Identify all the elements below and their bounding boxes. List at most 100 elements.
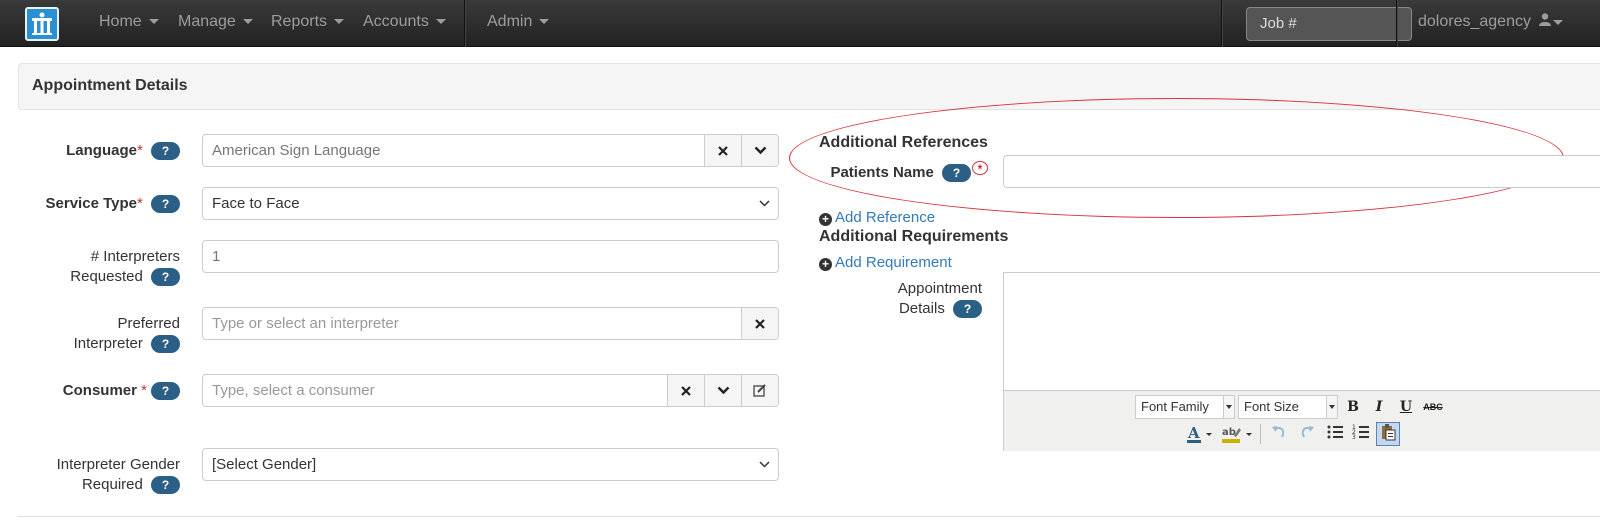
clear-language-button[interactable] [704,135,741,166]
preferred-interpreter-label: Preferred Interpreter ? [0,314,180,354]
nav-accounts[interactable]: Accounts [363,0,446,47]
paste-button[interactable] [1376,422,1400,446]
text-color-button[interactable]: A [1184,423,1214,445]
plus-circle-icon: + [819,258,832,271]
chevron-down-icon [242,19,253,25]
user-menu[interactable]: dolores_agency [1418,0,1564,47]
chevron-down-icon [539,19,550,25]
patients-name-label: Patients Name ? * [790,161,988,183]
nav-admin[interactable]: Admin [487,0,550,47]
required-mark: * [136,142,143,159]
undo-icon [1272,426,1285,438]
service-type-label: Service Type* ? [0,194,180,214]
appointment-details-line1: Appointment [897,280,982,297]
help-icon[interactable]: ? [151,195,180,214]
app-logo-icon[interactable] [25,7,59,41]
additional-references-heading: Additional References [819,134,988,151]
underline-button[interactable]: U [1395,396,1417,418]
help-icon[interactable]: ? [151,142,180,161]
required-mark: * [141,382,147,399]
edit-consumer-button[interactable] [741,375,778,406]
page-title: Appointment Details [32,77,188,94]
chevron-down-icon [750,188,778,219]
strikethrough-button[interactable]: ABC [1422,396,1444,418]
nav-reports[interactable]: Reports [271,0,345,47]
redo-button[interactable] [1296,423,1318,445]
service-type-value: Face to Face [212,195,300,212]
chevron-down-icon [148,19,159,25]
gender-value: [Select Gender] [212,456,317,473]
consumer-field: Type, select a consumer [202,374,779,407]
redo-icon [1301,426,1314,438]
job-number-input[interactable]: Job # [1246,7,1412,41]
interpreters-label-line2: Requested [70,268,143,285]
panel-header: Appointment Details [18,63,1600,110]
add-requirement-text: Add Requirement [835,254,952,271]
help-icon[interactable]: ? [942,164,971,183]
bold-button[interactable]: B [1342,396,1364,418]
required-mark: * [972,161,988,176]
appointment-details-label: Appointment Details ? [800,279,982,319]
toolbar-separator [1260,424,1264,444]
clear-interpreter-button[interactable] [741,308,778,339]
nav-home-label: Home [99,13,142,30]
appointment-details-line2: Details [898,300,945,317]
consumer-input[interactable]: Type, select a consumer [203,375,667,406]
add-requirement-link[interactable]: + Add Requirement [819,254,952,271]
preferred-label-line1: Preferred [117,315,180,332]
clear-consumer-button[interactable] [667,375,704,406]
italic-button[interactable]: I [1368,396,1390,418]
close-icon [718,145,728,156]
text-color-icon: A [1187,424,1212,443]
patients-name-input[interactable] [1003,155,1600,188]
highlight-color-button[interactable]: ab [1219,423,1255,445]
plus-circle-icon: + [819,213,832,226]
nav-home[interactable]: Home [99,0,159,47]
nav-manage[interactable]: Manage [178,0,253,47]
language-dropdown-button[interactable] [741,135,778,166]
editor-toolbar: Font Family Font Size B I U ABC A ab 123 [1004,390,1600,451]
help-icon[interactable]: ? [151,476,180,495]
consumer-label-text: Consumer [62,382,137,399]
help-icon[interactable]: ? [953,300,982,319]
consumer-dropdown-button[interactable] [704,375,741,406]
service-type-select[interactable]: Face to Face [202,187,779,220]
undo-button[interactable] [1268,423,1290,445]
chevron-down-icon [435,19,446,25]
chevron-down-icon [717,386,729,395]
appointment-details-editor[interactable]: Font Family Font Size B I U ABC A ab 123 [1003,272,1600,451]
patients-name-label-text: Patients Name [830,164,934,181]
chevron-down-icon [1553,19,1564,25]
close-icon [681,385,691,396]
language-field: American Sign Language [202,134,779,167]
add-reference-text: Add Reference [835,209,936,226]
interpreters-label-line1: # Interpreters [90,248,180,265]
interpreters-requested-input[interactable]: 1 [202,240,779,273]
language-input[interactable]: American Sign Language [203,135,704,166]
paste-icon [1382,424,1396,441]
gender-label-line2: Required [81,476,143,493]
nav-manage-label: Manage [178,13,236,30]
chevron-down-icon [1326,396,1337,418]
help-icon[interactable]: ? [151,382,180,401]
help-icon[interactable]: ? [151,335,180,354]
preferred-label-line2: Interpreter [73,335,143,352]
preferred-interpreter-input[interactable]: Type or select an interpreter [203,308,741,339]
language-label-text: Language [66,142,137,159]
nav-divider [1396,0,1397,47]
font-family-select[interactable]: Font Family [1135,395,1235,419]
gender-label: Interpreter Gender Required ? [0,455,180,495]
help-icon[interactable]: ? [151,268,180,287]
additional-requirements-heading: Additional Requirements [819,228,1009,245]
panel-bottom-border [18,516,1600,517]
gender-select[interactable]: [Select Gender] [202,448,779,481]
language-label: Language* ? [0,141,180,161]
numbered-list-button[interactable]: 123 [1350,423,1372,445]
bullet-list-button[interactable] [1324,423,1346,445]
nav-divider [464,0,465,47]
font-size-select[interactable]: Font Size [1238,395,1338,419]
add-reference-link[interactable]: + Add Reference [819,209,935,226]
nav-admin-label: Admin [487,13,533,30]
svg-text:3: 3 [1352,434,1356,441]
edit-icon [753,384,766,397]
